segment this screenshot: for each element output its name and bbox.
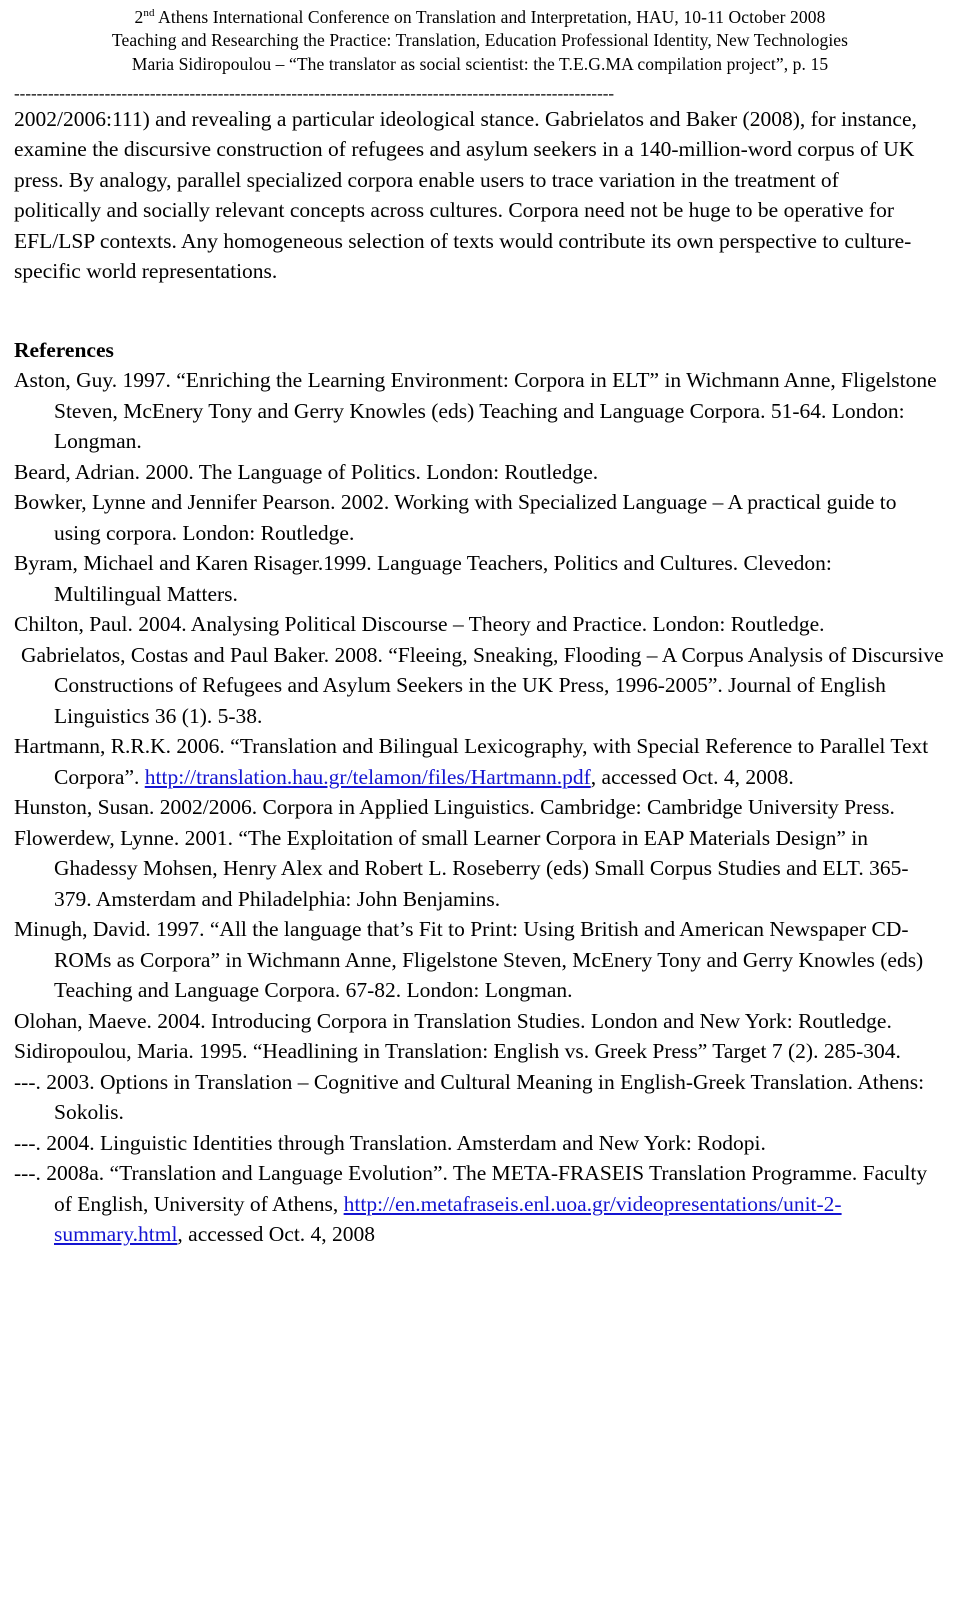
reference-item: Byram, Michael and Karen Risager.1999. L… bbox=[14, 551, 832, 606]
reference-item-with-link: Hartmann, R.R.K. 2006. “Translation and … bbox=[14, 731, 944, 792]
reference-item: ---. 2004. Linguistic Identities through… bbox=[14, 1130, 766, 1155]
reference-text-after: , accessed Oct. 4, 2008. bbox=[590, 764, 794, 789]
reference-item: Aston, Guy. 1997. “Enriching the Learnin… bbox=[14, 368, 937, 454]
reference-item: Olohan, Maeve. 2004. Introducing Corpora… bbox=[14, 1008, 892, 1033]
document-page: 2nd Athens International Conference on T… bbox=[0, 0, 960, 1615]
reference-item: Chilton, Paul. 2004. Analysing Political… bbox=[14, 612, 825, 637]
header-divider: ----------------------------------------… bbox=[14, 88, 930, 102]
reference-item: Minugh, David. 1997. “All the language t… bbox=[14, 917, 924, 1003]
reference-item: Beard, Adrian. 2000. The Language of Pol… bbox=[14, 459, 599, 484]
body-paragraph: 2002/2006:111) and revealing a particula… bbox=[14, 106, 917, 284]
reference-item: Bowker, Lynne and Jennifer Pearson. 2002… bbox=[14, 490, 897, 545]
references-list: Aston, Guy. 1997. “Enriching the Learnin… bbox=[14, 365, 944, 1250]
header-conference-title: Athens International Conference on Trans… bbox=[154, 7, 826, 27]
dashed-rule: ----------------------------------------… bbox=[14, 87, 615, 102]
reference-text-after: , accessed Oct. 4, 2008 bbox=[177, 1222, 376, 1247]
header-line-author-paper: Maria Sidiropoulou – “The translator as … bbox=[131, 53, 829, 74]
reference-item: Flowerdew, Lynne. 2001. “The Exploitatio… bbox=[14, 825, 909, 911]
running-header: 2nd Athens International Conference on T… bbox=[0, 0, 960, 76]
reference-item: Sidiropoulou, Maria. 1995. “Headlining i… bbox=[14, 1039, 901, 1064]
reference-item: Gabrielatos, Costas and Paul Baker. 2008… bbox=[21, 642, 944, 728]
body-text: 2002/2006:111) and revealing a particula… bbox=[14, 104, 920, 287]
reference-item-with-link: ---. 2008a. “Translation and Language Ev… bbox=[14, 1158, 944, 1250]
header-ordinal-suffix: nd bbox=[143, 7, 155, 20]
reference-item: ---. 2003. Options in Translation – Cogn… bbox=[14, 1069, 925, 1125]
reference-hyperlink[interactable]: http://translation.hau.gr/telamon/files/… bbox=[145, 765, 591, 789]
header-line-conference: 2nd Athens International Conference on T… bbox=[0, 6, 960, 29]
header-line-theme: Teaching and Researching the Practice: T… bbox=[111, 30, 849, 51]
references-heading: References bbox=[14, 337, 114, 362]
reference-item: Hunston, Susan. 2002/2006. Corpora in Ap… bbox=[14, 795, 895, 820]
